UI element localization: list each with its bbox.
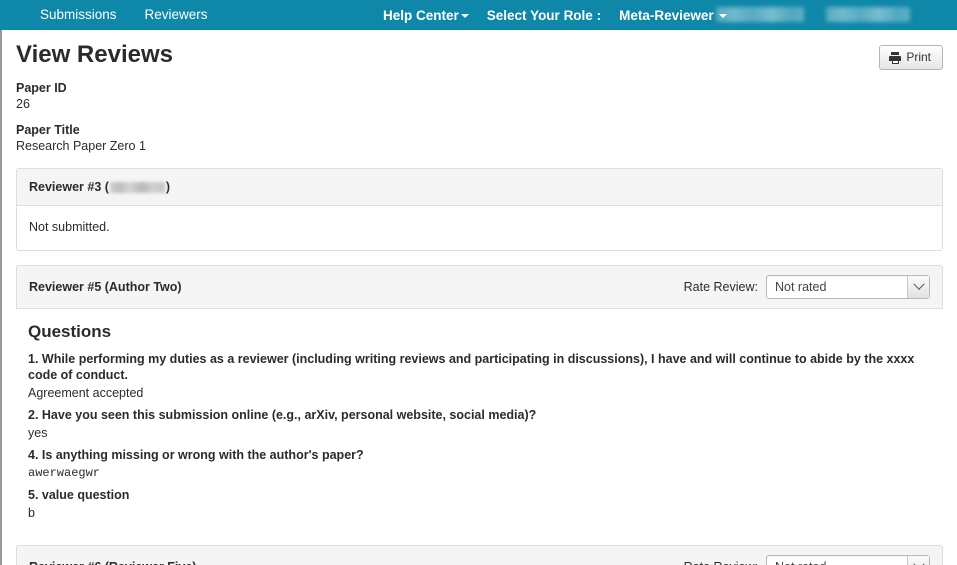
rate-review-select[interactable]: Not rated: [766, 275, 930, 299]
review-panel: Reviewer #6 (Reviewer Five) Rate Review:…: [16, 545, 943, 565]
content-container: View Reviews Print Paper ID 26 Paper Tit…: [2, 30, 957, 565]
sidebar-item-submissions[interactable]: Submissions: [40, 0, 117, 30]
review-panel-body: Questions 1. While performing my duties …: [16, 309, 943, 531]
rate-review-value: Not rated: [775, 560, 826, 565]
chevron-down-icon[interactable]: [907, 556, 929, 565]
redacted-reviewer-name: [109, 181, 165, 193]
question-text: 2. Have you seen this submission online …: [28, 408, 537, 422]
question-text: 5. value question: [28, 488, 130, 502]
role-value-label: Meta-Reviewer: [619, 7, 714, 23]
questions-heading: Questions: [28, 322, 112, 341]
paper-id-label: Paper ID: [16, 81, 67, 95]
rate-review-group: Rate Review: Not rated: [684, 555, 930, 565]
question-answer: b: [28, 506, 35, 520]
help-center-menu[interactable]: Help Center: [383, 8, 469, 23]
paper-title-block: Paper Title Research Paper Zero 1: [16, 122, 949, 154]
rate-review-value: Not rated: [775, 280, 827, 294]
reviewer-heading-suffix: ): [165, 180, 171, 194]
review-panel-heading: Reviewer #6 (Reviewer Five) Rate Review:…: [16, 545, 943, 565]
review-panel-heading: Reviewer #3 ( ): [17, 169, 942, 206]
review-panel: Reviewer #3 ( ) Not submitted.: [16, 168, 943, 251]
page-content: View Reviews Print Paper ID 26 Paper Tit…: [0, 30, 957, 565]
reviewer-heading-prefix: Reviewer #3 (: [29, 180, 109, 194]
top-navbar: Submissions Reviewers Help Center Select…: [0, 0, 957, 30]
reviewer-heading: Reviewer #6 (Reviewer Five): [29, 558, 196, 565]
rate-review-label: Rate Review:: [684, 560, 758, 565]
paper-id-block: Paper ID 26: [16, 80, 949, 112]
chevron-down-icon: [460, 13, 469, 18]
rate-review-label: Rate Review:: [683, 280, 758, 294]
question-text: 1. While performing my duties as a revie…: [28, 352, 915, 382]
print-button[interactable]: Print: [879, 45, 943, 70]
printer-icon: [889, 52, 902, 64]
question-text: 4. Is anything missing or wrong with the…: [28, 448, 364, 462]
rate-review-select[interactable]: Not rated: [766, 555, 930, 565]
review-panel-heading: Reviewer #5 (Author Two) Rate Review: No…: [16, 265, 943, 309]
print-button-label: Print: [906, 50, 931, 64]
question-answer: awerwaegwr: [28, 466, 101, 480]
navbar-center-group: Help Center Select Your Role : Meta-Revi…: [383, 0, 728, 30]
review-status-text: Not submitted.: [29, 220, 110, 234]
rate-review-group: Rate Review: Not rated: [684, 275, 930, 299]
paper-id-value: 26: [16, 97, 30, 111]
page-title: View Reviews: [16, 41, 173, 68]
review-panel-body: Not submitted.: [17, 206, 942, 250]
review-panel: Reviewer #5 (Author Two) Rate Review: No…: [16, 265, 943, 531]
navbar-redacted-user[interactable]: [716, 7, 804, 22]
role-dropdown[interactable]: Meta-Reviewer: [619, 7, 728, 23]
select-your-role-label: Select Your Role :: [486, 7, 602, 23]
sidebar-item-reviewers[interactable]: Reviewers: [145, 0, 208, 30]
paper-title-value: Research Paper Zero 1: [16, 139, 146, 153]
help-center-label: Help Center: [383, 7, 459, 23]
question-answer: yes: [28, 426, 48, 440]
page-header-row: View Reviews Print: [16, 30, 949, 70]
question-answer: Agreement accepted: [28, 386, 144, 400]
chevron-down-icon[interactable]: [907, 276, 929, 298]
reviewer-heading: Reviewer #3 ( ): [29, 178, 170, 196]
navbar-redacted-action[interactable]: [826, 7, 910, 22]
navbar-primary-links: Submissions Reviewers: [40, 0, 208, 30]
reviewer-heading: Reviewer #5 (Author Two): [29, 280, 182, 294]
paper-title-label: Paper Title: [16, 123, 80, 137]
